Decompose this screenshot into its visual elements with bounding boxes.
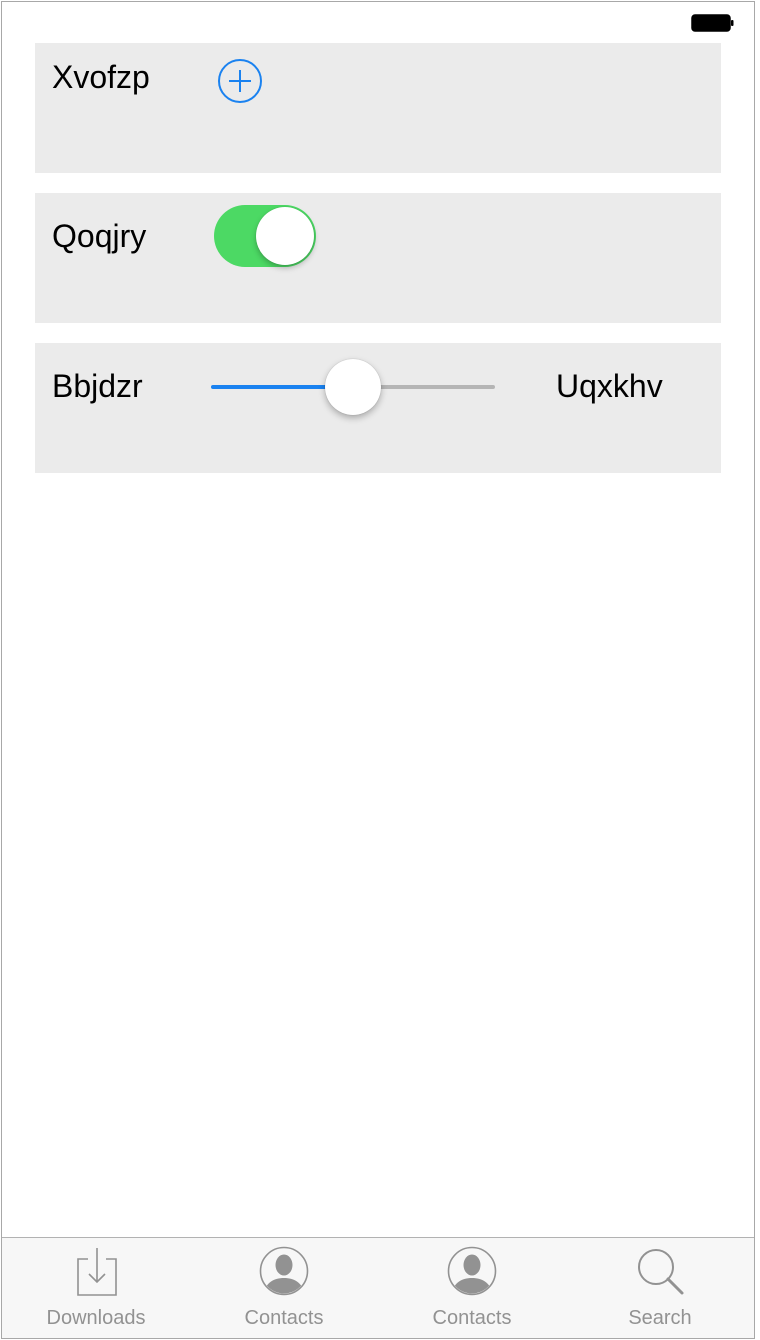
tab-label-search: Search bbox=[628, 1307, 692, 1329]
tab-downloads[interactable]: Downloads bbox=[2, 1238, 190, 1338]
tab-contacts-1[interactable]: Contacts bbox=[190, 1238, 378, 1338]
magnifier-icon bbox=[638, 1249, 684, 1295]
download-tray-icon bbox=[77, 1248, 117, 1296]
plus-circle-icon bbox=[218, 59, 262, 103]
tab-bar: Downloads Contacts Contacts Search bbox=[2, 1237, 754, 1338]
slider-trailing-label: Uqxkhv bbox=[556, 368, 663, 404]
row-label-bbjdzr: Bbjdzr bbox=[52, 368, 143, 404]
tab-label-downloads: Downloads bbox=[46, 1307, 146, 1329]
row-toggle: Qoqjry bbox=[35, 193, 721, 323]
tab-label-contacts-2: Contacts bbox=[432, 1307, 512, 1329]
toggle-knob bbox=[256, 207, 314, 265]
row-add: Xvofzp bbox=[35, 43, 721, 173]
row-label-xvofzp: Xvofzp bbox=[52, 59, 150, 95]
add-button[interactable] bbox=[217, 58, 263, 104]
tab-search[interactable]: Search bbox=[566, 1238, 754, 1338]
tab-contacts-2[interactable]: Contacts bbox=[378, 1238, 566, 1338]
toggle-switch[interactable] bbox=[214, 205, 316, 267]
tab-label-contacts-1: Contacts bbox=[244, 1307, 324, 1329]
person-circle-icon bbox=[259, 1246, 309, 1296]
slider[interactable] bbox=[211, 357, 495, 417]
app-screen: Xvofzp Qoqjry Bbjdzr Uqxkhv Downloads Co… bbox=[1, 1, 755, 1339]
person-circle-icon bbox=[447, 1246, 497, 1296]
status-bar bbox=[2, 2, 754, 42]
row-label-qoqjry: Qoqjry bbox=[52, 218, 147, 254]
row-slider: Bbjdzr Uqxkhv bbox=[35, 343, 721, 473]
battery-icon bbox=[691, 14, 734, 32]
slider-thumb[interactable] bbox=[325, 359, 381, 415]
